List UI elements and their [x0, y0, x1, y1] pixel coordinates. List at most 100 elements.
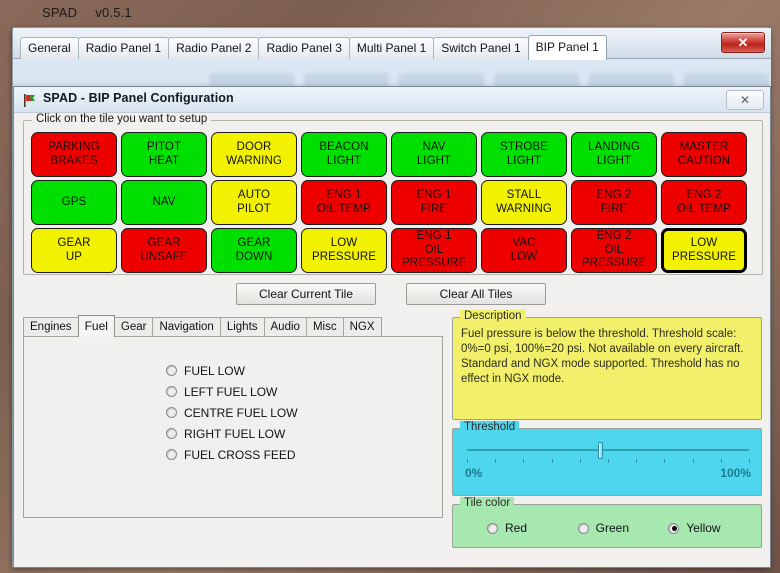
- bip-tile-label-line: OIL TEMP: [317, 202, 371, 215]
- category-tab-misc[interactable]: Misc: [305, 317, 344, 337]
- threshold-max-label: 100%: [720, 466, 751, 480]
- category-tab-audio[interactable]: Audio: [263, 317, 307, 337]
- bip-tile-label-line: NAV: [152, 195, 176, 208]
- category-tab-fuel[interactable]: Fuel: [77, 315, 115, 337]
- bip-tile-label-line: HEAT: [148, 154, 180, 167]
- bip-tile-label-line: AUTO: [237, 189, 271, 201]
- bip-tile-label-line: LOW: [510, 250, 538, 263]
- radio-button-icon[interactable]: [668, 522, 680, 534]
- radio-button-icon[interactable]: [166, 407, 177, 418]
- bip-tile-label-line: STROBE: [500, 141, 548, 153]
- category-tab-navigation[interactable]: Navigation: [152, 317, 221, 337]
- event-radio-row[interactable]: LEFT FUEL LOW: [166, 382, 298, 401]
- category-tab-engines[interactable]: Engines: [23, 317, 79, 337]
- bip-tile[interactable]: DOOR WARNING: [211, 132, 297, 177]
- bip-tile-label-line: LIGHT: [596, 154, 632, 167]
- bip-tile-label-line: OIL: [604, 243, 624, 256]
- threshold-tick: [749, 459, 750, 463]
- bip-tile[interactable]: ENG 2 FIRE: [571, 180, 657, 225]
- category-tab-label: Lights: [226, 321, 258, 333]
- bip-tile-label-line: PITOT: [146, 141, 182, 153]
- flag-icon: [24, 94, 35, 107]
- bip-tile[interactable]: GEAR UNSAFE: [121, 228, 207, 273]
- bip-tile[interactable]: LOW PRESSURE: [661, 228, 747, 273]
- bip-tile-label-line: GEAR: [237, 237, 271, 249]
- bip-tile-label-line: PILOT: [237, 202, 271, 215]
- bip-tile[interactable]: LOW PRESSURE: [301, 228, 387, 273]
- bip-tile[interactable]: AUTO PILOT: [211, 180, 297, 225]
- bip-tile[interactable]: VAC LOW: [481, 228, 567, 273]
- description-group: Description Fuel pressure is below the t…: [452, 310, 762, 420]
- bip-tile[interactable]: PARKING BRAKES: [31, 132, 117, 177]
- radio-button-icon[interactable]: [166, 449, 177, 460]
- bip-tile[interactable]: ENG 1 OIL TEMP: [301, 180, 387, 225]
- event-list-panel: FUEL LOW LEFT FUEL LOW CENTRE FUEL LOW RIGH…: [23, 336, 443, 518]
- threshold-slider-track[interactable]: [467, 449, 749, 451]
- event-radio-row[interactable]: FUEL LOW: [166, 361, 298, 380]
- tile-color-option-green[interactable]: Green: [577, 521, 669, 535]
- bip-tile[interactable]: LANDING LIGHT: [571, 132, 657, 177]
- tile-color-option-red[interactable]: Red: [487, 521, 578, 535]
- bip-tile-label-line: FIRE: [420, 202, 448, 215]
- main-tab-multi-panel-1[interactable]: Multi Panel 1: [348, 37, 435, 60]
- event-radio-row[interactable]: FUEL CROSS FEED: [166, 445, 298, 464]
- threshold-tick: [551, 459, 553, 463]
- radio-button-icon[interactable]: [577, 522, 589, 534]
- bip-tile[interactable]: NAV: [121, 180, 207, 225]
- main-tab-radio-panel-3[interactable]: Radio Panel 3: [258, 37, 350, 60]
- radio-button-icon[interactable]: [166, 428, 177, 439]
- event-radio-label: RIGHT FUEL LOW: [184, 426, 286, 441]
- threshold-tick: [636, 459, 638, 463]
- dialog-close-button[interactable]: ✕: [726, 90, 764, 110]
- bip-tile[interactable]: PITOT HEAT: [121, 132, 207, 177]
- bip-tile[interactable]: ENG 1 FIRE: [391, 180, 477, 225]
- bip-tile-label-line: PARKING: [48, 141, 100, 153]
- bip-tile[interactable]: STROBE LIGHT: [481, 132, 567, 177]
- bip-tile[interactable]: GPS: [31, 180, 117, 225]
- main-tab-bip-panel-1[interactable]: BIP Panel 1: [527, 35, 607, 60]
- bip-tile[interactable]: BEACON LIGHT: [301, 132, 387, 177]
- category-tab-lights[interactable]: Lights: [219, 317, 265, 337]
- clear-current-tile-button[interactable]: Clear Current Tile: [236, 283, 376, 305]
- threshold-slider-thumb[interactable]: [597, 442, 603, 459]
- event-radio-row[interactable]: CENTRE FUEL LOW: [166, 403, 298, 422]
- tile-color-option-label: Yellow: [686, 521, 721, 535]
- event-radio-label: LEFT FUEL LOW: [184, 384, 278, 399]
- clear-all-tiles-button[interactable]: Clear All Tiles: [406, 283, 546, 305]
- threshold-legend: Threshold: [460, 421, 520, 433]
- bip-tile-label-line: BEACON: [319, 141, 369, 153]
- category-tab-ngx[interactable]: NGX: [342, 317, 382, 337]
- bip-tile[interactable]: ENG 1 OIL PRESSURE: [391, 228, 477, 273]
- bip-tile-label-line: GEAR: [57, 237, 91, 249]
- radio-button-icon[interactable]: [166, 386, 177, 397]
- category-tab-gear[interactable]: Gear: [113, 317, 154, 337]
- bip-tile[interactable]: NAV LIGHT: [391, 132, 477, 177]
- bip-panel-configuration-dialog: SPAD - BIP Panel Configuration ✕ Click o…: [13, 86, 771, 568]
- main-tab-switch-panel-1[interactable]: Switch Panel 1: [433, 37, 529, 60]
- bip-tile[interactable]: MASTER CAUTION: [661, 132, 747, 177]
- main-tab-radio-panel-2[interactable]: Radio Panel 2: [168, 37, 260, 60]
- main-tab-label: BIP Panel 1: [535, 40, 599, 54]
- bip-tile[interactable]: GEAR DOWN: [211, 228, 297, 273]
- radio-button-icon[interactable]: [487, 522, 498, 534]
- threshold-tick: [720, 459, 722, 463]
- main-tab-label: Switch Panel 1: [441, 41, 521, 55]
- bip-tile-label-line: LIGHT: [416, 154, 452, 167]
- bip-tile[interactable]: ENG 2 OIL PRESSURE: [571, 228, 657, 273]
- window-close-button[interactable]: ✕: [721, 32, 765, 53]
- bip-tile-label-line: UP: [65, 250, 83, 263]
- event-radio-row[interactable]: RIGHT FUEL LOW: [166, 424, 298, 443]
- category-tab-label: Misc: [312, 321, 337, 333]
- bip-tile-label-line: PRESSURE: [581, 257, 647, 270]
- bip-tile-label-line: FIRE: [600, 202, 628, 215]
- bip-tile[interactable]: GEAR UP: [31, 228, 117, 273]
- bip-tile[interactable]: STALL WARNING: [481, 180, 567, 225]
- radio-button-icon[interactable]: [166, 365, 177, 376]
- event-radio-label: CENTRE FUEL LOW: [184, 405, 298, 420]
- main-tab-general[interactable]: General: [20, 37, 79, 60]
- bip-tile[interactable]: ENG 2 OIL TEMP: [661, 180, 747, 225]
- bip-tile-label-line: ENG 1: [326, 189, 362, 201]
- tile-color-option-yellow[interactable]: Yellow: [668, 521, 759, 535]
- main-tab-label: General: [28, 41, 71, 55]
- main-tab-radio-panel-1[interactable]: Radio Panel 1: [77, 37, 170, 60]
